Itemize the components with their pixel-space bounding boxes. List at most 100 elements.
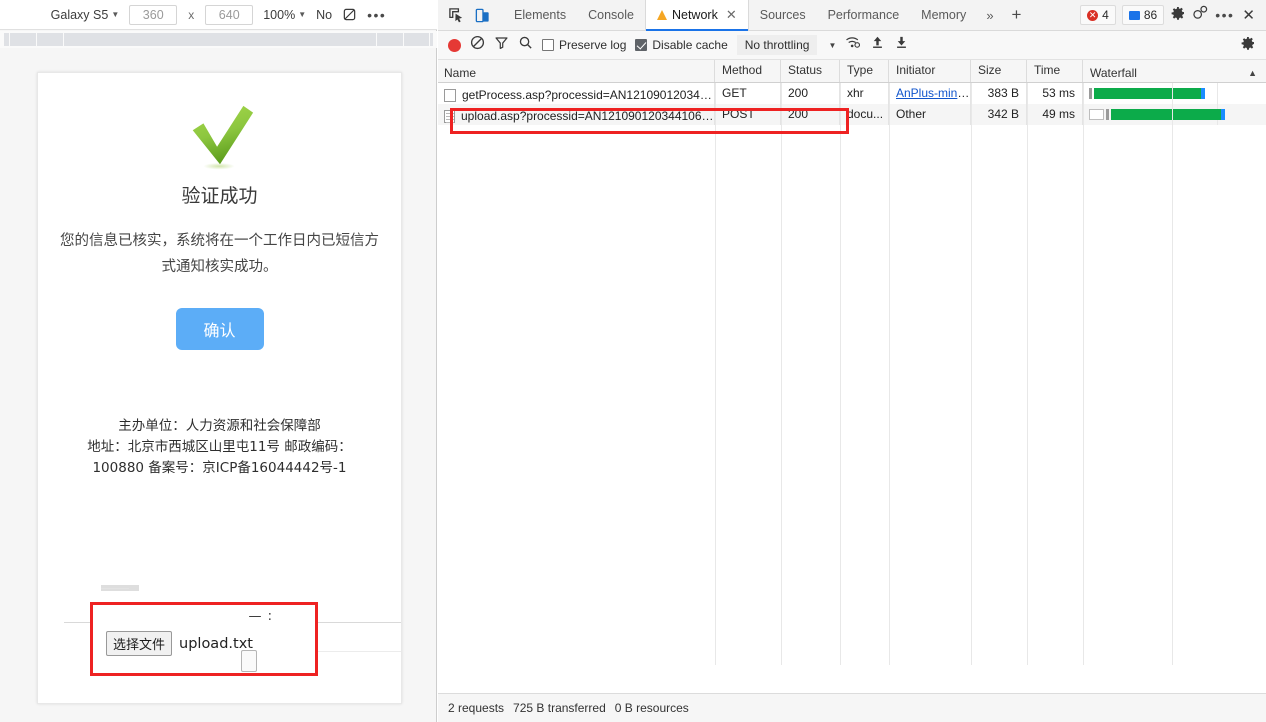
tab-network[interactable]: Network ✕: [644, 0, 749, 31]
tab-sources[interactable]: Sources: [749, 0, 817, 31]
column-label: Waterfall: [1090, 65, 1137, 80]
emulated-viewport: 验证成功 您的信息已核实，系统将在一个工作日内已短信方式通知核实成功。 确认 主…: [37, 72, 402, 704]
close-icon[interactable]: ✕: [726, 7, 737, 23]
cell-waterfall: [1083, 83, 1266, 104]
request-count-label: 2 requests: [448, 701, 505, 715]
column-header-name[interactable]: Name: [438, 60, 715, 82]
file-input-row: 选择文件 upload.txt: [106, 631, 253, 656]
checkbox-box-checked: [635, 39, 648, 51]
disable-cache-checkbox[interactable]: Disable cache: [635, 38, 728, 52]
device-toolbar: Galaxy S5 ▼ 360 x 640 100% ▼ No •••: [0, 0, 437, 30]
inspect-element-icon[interactable]: [443, 2, 469, 28]
plus-icon[interactable]: +: [1003, 6, 1031, 23]
device-ruler: [0, 31, 437, 48]
error-count-badge[interactable]: ✕ 4: [1080, 5, 1116, 25]
success-description: 您的信息已核实，系统将在一个工作日内已短信方式通知核实成功。: [60, 233, 379, 275]
network-throttle-label[interactable]: No: [316, 8, 332, 22]
network-conditions-icon[interactable]: [845, 35, 861, 55]
gear-icon[interactable]: [1170, 5, 1186, 26]
tab-console[interactable]: Console: [577, 0, 645, 31]
file-upload-highlight-box: — : 选择文件 upload.txt: [90, 602, 318, 676]
tab-label: Network: [671, 8, 718, 22]
gear-icon[interactable]: [1240, 35, 1266, 56]
cell-name[interactable]: upload.asp?processid=AN12109012034410609: [438, 104, 715, 125]
rotate-icon[interactable]: [342, 7, 357, 22]
filter-icon[interactable]: [494, 35, 509, 55]
toggle-device-toolbar-icon[interactable]: [469, 2, 495, 28]
import-har-icon[interactable]: [870, 35, 885, 55]
ruler-track: [4, 33, 433, 46]
secondary-input-field[interactable]: [241, 650, 257, 672]
footer-line-icp: 100880 备案号：京ICP备16044442号-1: [92, 460, 347, 476]
device-emulation-pane: Galaxy S5 ▼ 360 x 640 100% ▼ No ••• 验证成功…: [0, 0, 437, 722]
error-circle-icon: ✕: [1087, 9, 1099, 21]
tab-label: Performance: [827, 8, 900, 22]
column-header-status[interactable]: Status: [781, 60, 840, 82]
chevron-double-right-icon[interactable]: »: [977, 8, 1002, 23]
throttling-select[interactable]: No throttling: [736, 35, 818, 55]
page-footer: 主办单位：人力资源和社会保障部 地址：北京市西城区山里屯11号 邮政编码： 10…: [38, 416, 401, 479]
choose-file-button[interactable]: 选择文件: [106, 631, 173, 656]
page-content: 验证成功 您的信息已核实，系统将在一个工作日内已短信方式通知核实成功。 确认 主…: [38, 73, 401, 703]
transferred-label: 725 B transferred: [513, 701, 606, 715]
tab-performance[interactable]: Performance: [817, 0, 911, 31]
chevron-down-icon: ▼: [111, 10, 120, 19]
close-icon[interactable]: ✕: [1240, 6, 1257, 24]
tab-memory[interactable]: Memory: [910, 0, 977, 31]
record-button-icon[interactable]: [448, 38, 461, 52]
clear-icon[interactable]: [470, 35, 485, 55]
table-row[interactable]: getProcess.asp?processid=AN121090120344.…: [438, 83, 1266, 104]
column-label: Name: [444, 65, 477, 80]
column-header-type[interactable]: Type: [840, 60, 889, 82]
request-name-label: upload.asp?processid=AN12109012034410609: [461, 109, 714, 123]
tab-elements[interactable]: Elements: [503, 0, 577, 31]
zoom-selector[interactable]: 100% ▼: [263, 8, 306, 22]
export-har-icon[interactable]: [894, 35, 909, 55]
cell-name[interactable]: getProcess.asp?processid=AN121090120344.…: [438, 83, 715, 104]
tab-label: Memory: [921, 8, 967, 22]
more-options-icon[interactable]: •••: [1215, 8, 1234, 22]
cell-type: xhr: [840, 83, 889, 104]
message-count-badge[interactable]: 86: [1121, 5, 1165, 25]
devtools-tabbar: Elements Console Network ✕ Sources Perfo…: [438, 0, 1266, 31]
search-icon[interactable]: [518, 35, 533, 55]
viewport-height-input[interactable]: 640: [205, 4, 254, 25]
chevron-down-icon: ▼: [298, 10, 307, 19]
checkbox-box: [542, 39, 554, 51]
preserve-log-checkbox[interactable]: Preserve log: [542, 38, 626, 52]
throttling-value: No throttling: [744, 38, 810, 52]
sort-ascending-icon: ▲: [1248, 67, 1257, 78]
more-options-icon[interactable]: •••: [367, 8, 386, 22]
cell-time: 49 ms: [1027, 104, 1083, 125]
resources-label: 0 B resources: [614, 701, 689, 715]
devtools-panel: Elements Console Network ✕ Sources Perfo…: [438, 0, 1266, 722]
document-file-icon: [444, 109, 455, 123]
viewport-width-input[interactable]: 360: [129, 4, 178, 25]
cell-status: 200: [781, 104, 840, 125]
column-header-initiator[interactable]: Initiator: [889, 60, 971, 82]
cell-method: GET: [715, 83, 781, 104]
zoom-label: 100%: [263, 7, 296, 22]
cell-status: 200: [781, 83, 840, 104]
cell-waterfall: [1083, 104, 1266, 125]
initiator-link[interactable]: AnPlus-min....: [896, 86, 970, 100]
column-header-method[interactable]: Method: [715, 60, 781, 82]
chevron-down-icon[interactable]: ▼: [828, 41, 836, 50]
cell-size: 342 B: [971, 104, 1027, 125]
blank-file-icon: [444, 88, 456, 102]
table-row[interactable]: upload.asp?processid=AN12109012034410609…: [438, 104, 1266, 125]
warning-triangle-icon: [656, 10, 667, 20]
column-header-size[interactable]: Size: [971, 60, 1027, 82]
device-selector[interactable]: Galaxy S5 ▼: [51, 8, 120, 22]
customize-devtools-icon[interactable]: [1192, 5, 1209, 25]
column-header-time[interactable]: Time: [1027, 60, 1083, 82]
cell-initiator: Other: [889, 104, 971, 125]
footer-line-organizer: 主办单位：人力资源和社会保障部: [118, 418, 321, 434]
confirm-button[interactable]: 确认: [175, 308, 264, 350]
column-header-waterfall[interactable]: Waterfall ▲: [1083, 60, 1266, 82]
cell-method: POST: [715, 104, 781, 125]
tab-label: Console: [588, 8, 634, 22]
cell-initiator[interactable]: AnPlus-min....: [889, 83, 971, 104]
upload-dash-label: — :: [248, 609, 273, 624]
success-title: 验证成功: [181, 185, 258, 207]
